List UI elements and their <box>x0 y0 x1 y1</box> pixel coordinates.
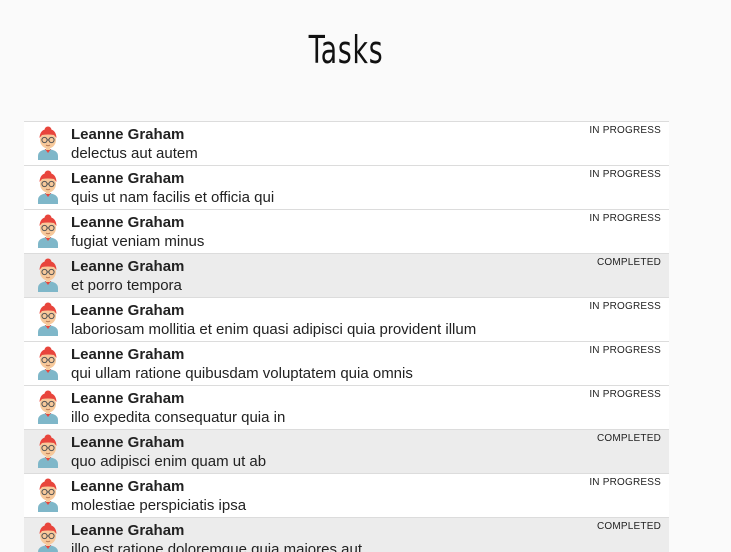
task-status-badge: COMPLETED <box>596 433 661 444</box>
task-user-name: Leanne Graham <box>71 478 185 495</box>
task-row[interactable]: Leanne Graham et porro tempora COMPLETED <box>24 254 669 298</box>
task-row[interactable]: Leanne Graham illo expedita consequatur q… <box>24 386 669 430</box>
task-user-name: Leanne Graham <box>71 522 185 539</box>
task-title: delectus aut autem <box>71 145 198 162</box>
task-status-badge: IN PROGRESS <box>589 125 661 136</box>
task-status-badge: IN PROGRESS <box>589 345 661 356</box>
task-user-name: Leanne Graham <box>71 170 185 187</box>
user-avatar-icon <box>35 390 61 424</box>
task-row[interactable]: Leanne Graham laboriosam mollitia et enim… <box>24 298 669 342</box>
page-title: Tasks <box>308 28 384 72</box>
user-avatar-icon <box>35 346 61 380</box>
task-title: molestiae perspiciatis ipsa <box>71 497 247 514</box>
user-avatar-icon <box>35 522 61 552</box>
user-avatar-icon <box>35 302 61 336</box>
task-status-badge: IN PROGRESS <box>589 169 661 180</box>
task-row[interactable]: Leanne Graham quo adipisci enim quam ut a… <box>24 430 669 474</box>
tasks-page: Tasks Leanne Graham delectus aut autem IN … <box>0 0 731 552</box>
user-avatar-icon <box>35 126 61 160</box>
task-row[interactable]: Leanne Graham qui ullam ratione quibusdam… <box>24 342 669 386</box>
task-title: fugiat veniam minus <box>71 233 205 250</box>
task-row[interactable]: Leanne Graham molestiae perspiciatis ipsa… <box>24 474 669 518</box>
task-user-name: Leanne Graham <box>71 258 185 275</box>
task-list: Leanne Graham delectus aut autem IN PROGRE… <box>24 121 669 552</box>
task-user-name: Leanne Graham <box>71 390 185 407</box>
user-avatar-icon <box>35 434 61 468</box>
user-avatar-icon <box>35 478 61 512</box>
task-title: laboriosam mollitia et enim quasi adipis… <box>71 321 477 338</box>
user-avatar-icon <box>35 214 61 248</box>
task-user-name: Leanne Graham <box>71 302 185 319</box>
task-status-badge: IN PROGRESS <box>589 213 661 224</box>
task-user-name: Leanne Graham <box>71 126 185 143</box>
task-title: illo expedita consequatur quia in <box>71 409 286 426</box>
task-title: illo est ratione doloremque quia maiores… <box>71 541 362 552</box>
task-user-name: Leanne Graham <box>71 434 185 451</box>
task-status-badge: IN PROGRESS <box>589 477 661 488</box>
task-row[interactable]: Leanne Graham quis ut nam facilis et offi… <box>24 166 669 210</box>
task-status-badge: IN PROGRESS <box>589 389 661 400</box>
task-status-badge: COMPLETED <box>596 257 661 268</box>
task-user-name: Leanne Graham <box>71 346 185 363</box>
task-status-badge: COMPLETED <box>596 521 661 532</box>
user-avatar-icon <box>35 170 61 204</box>
user-avatar-icon <box>35 258 61 292</box>
task-status-badge: IN PROGRESS <box>589 301 661 312</box>
task-title: quis ut nam facilis et officia qui <box>71 189 275 206</box>
task-row[interactable]: Leanne Graham fugiat veniam minus IN PROGR… <box>24 210 669 254</box>
task-row[interactable]: Leanne Graham delectus aut autem IN PROGRE… <box>24 122 669 166</box>
task-row[interactable]: Leanne Graham illo est ratione doloremque… <box>24 518 669 552</box>
task-title: et porro tempora <box>71 277 182 294</box>
task-user-name: Leanne Graham <box>71 214 185 231</box>
task-title: qui ullam ratione quibusdam voluptatem q… <box>71 365 413 382</box>
task-title: quo adipisci enim quam ut ab <box>71 453 267 470</box>
